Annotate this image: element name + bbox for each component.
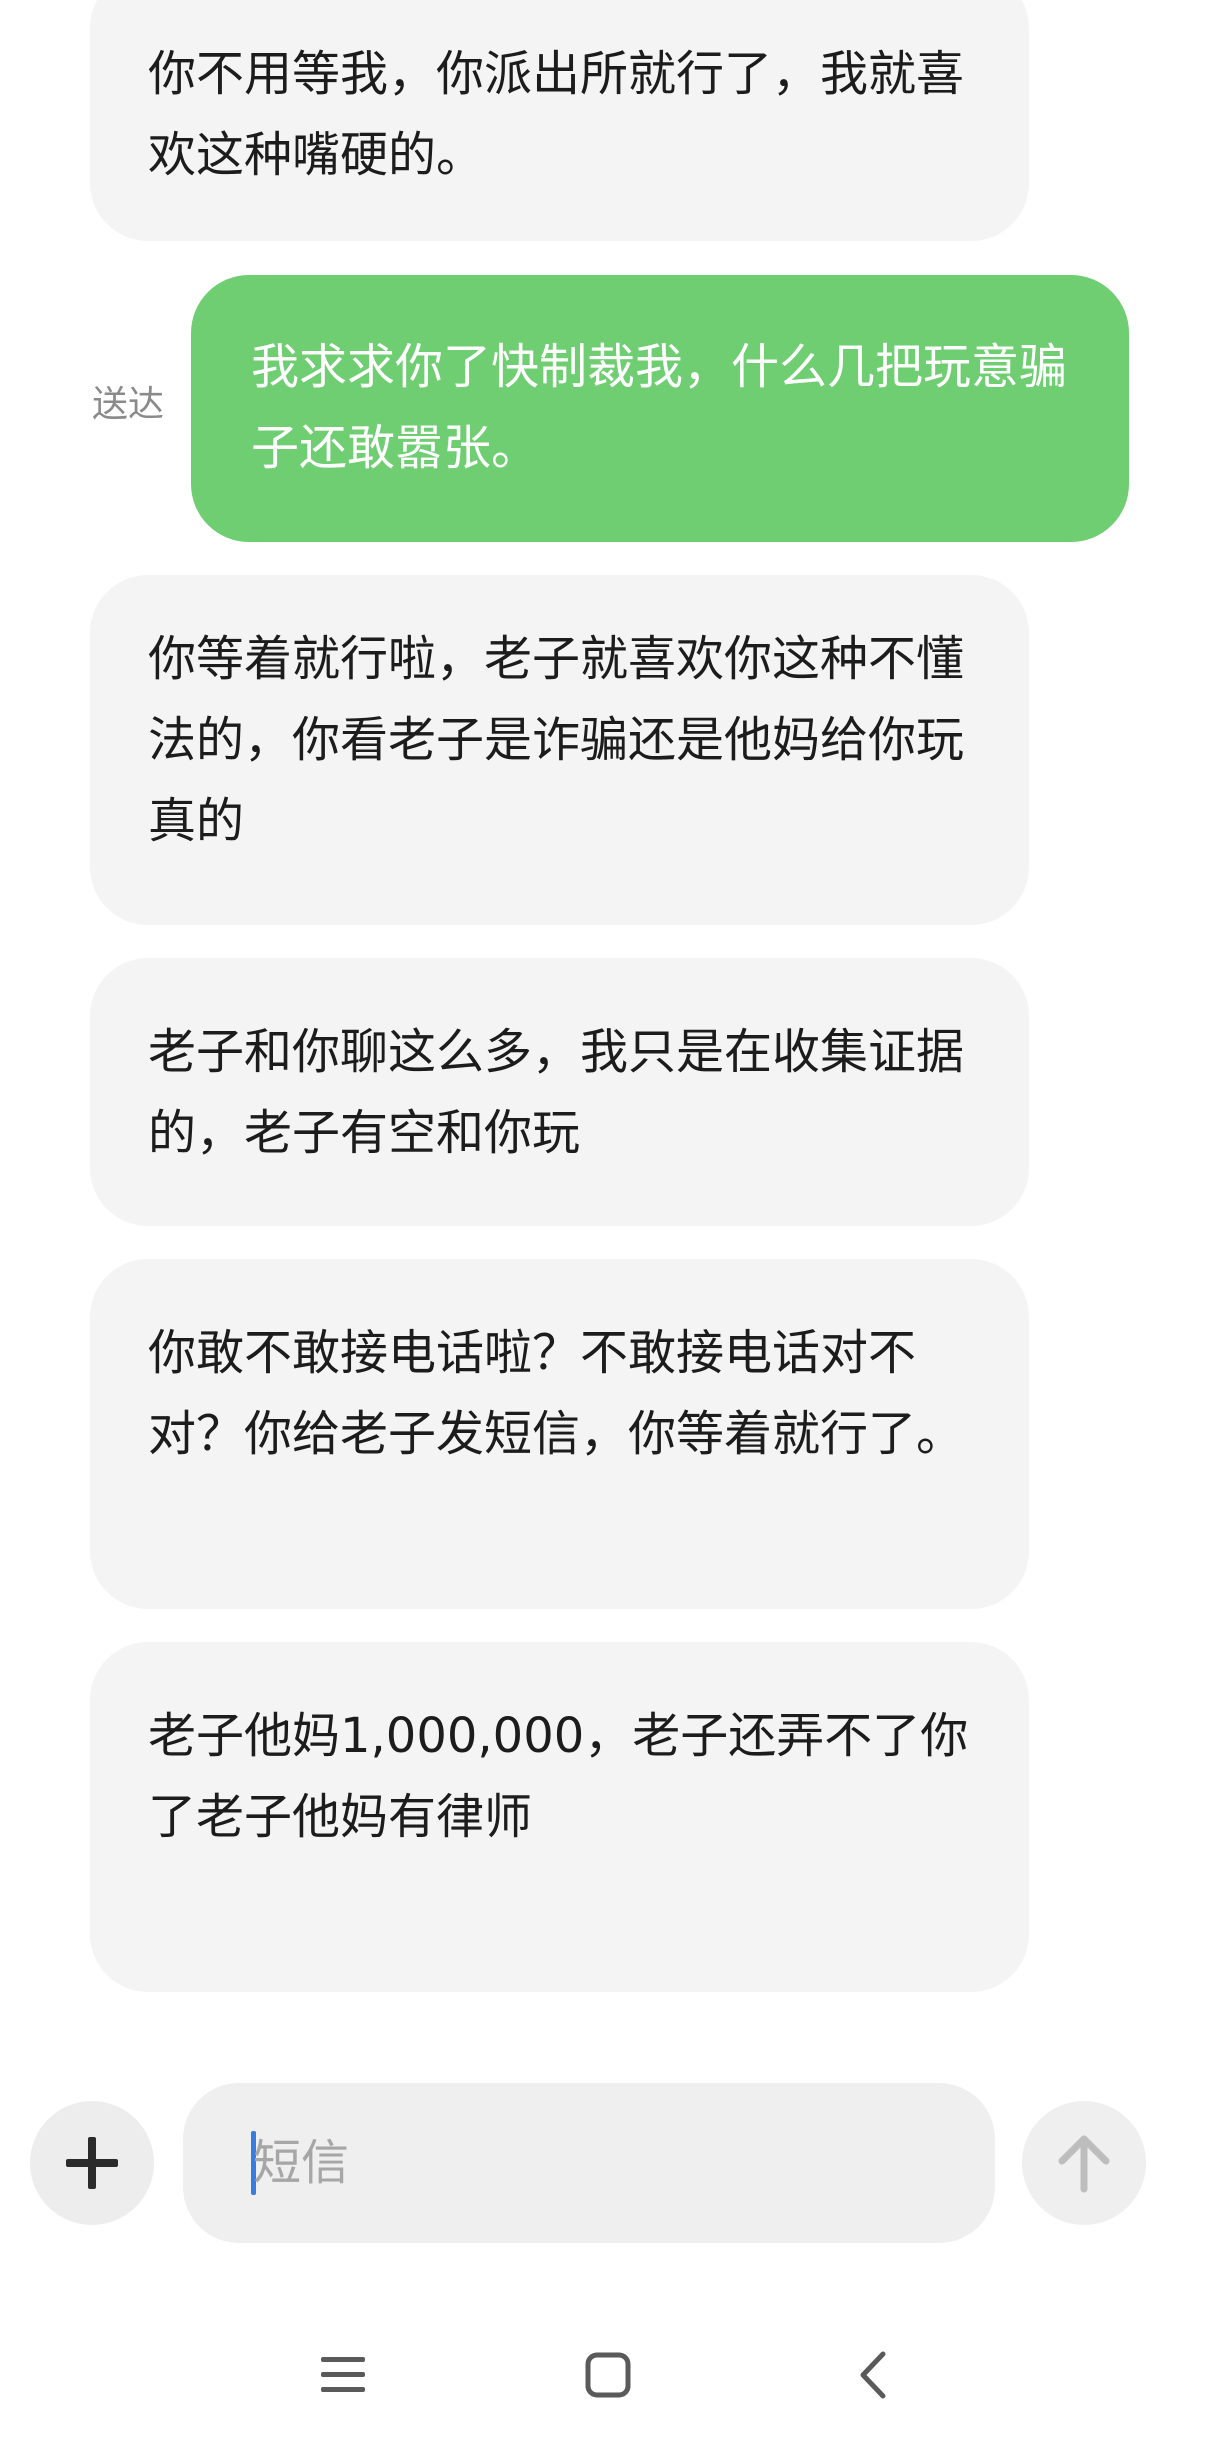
message-input-box[interactable]	[183, 2083, 995, 2243]
menu-icon	[321, 2357, 365, 2392]
delivery-status: 送达	[92, 384, 165, 425]
message-text: 你敢不敢接电话啦？不敢接电话对不对？你给老子发短信，你等着就行了。	[148, 1325, 965, 1462]
send-button[interactable]	[1022, 2101, 1146, 2225]
message-text: 我求求你了快制裁我，什么几把玩意骗子还敢嚣张。	[251, 339, 1068, 476]
home-square-icon	[585, 2352, 631, 2398]
message-bubble-incoming[interactable]: 你不用等我，你派出所就行了，我就喜欢这种嘴硬的。	[90, 0, 1029, 241]
plus-icon	[66, 2137, 118, 2189]
back-chevron-icon	[860, 2351, 886, 2399]
message-input[interactable]	[253, 2083, 953, 2243]
menu-button[interactable]	[288, 2320, 398, 2430]
add-attachment-button[interactable]	[30, 2101, 154, 2225]
message-bubble-incoming[interactable]: 你等着就行啦，老子就喜欢你这种不懂法的，你看老子是诈骗还是他妈给你玩真的	[90, 575, 1029, 925]
system-navigation-bar	[0, 2320, 1220, 2430]
message-text: 老子和你聊这么多，我只是在收集证据的，老子有空和你玩	[148, 1024, 965, 1161]
home-button[interactable]	[553, 2320, 663, 2430]
message-text: 你等着就行啦，老子就喜欢你这种不懂法的，你看老子是诈骗还是他妈给你玩真的	[148, 631, 965, 849]
arrow-up-icon	[1058, 2135, 1110, 2193]
message-text: 你不用等我，你派出所就行了，我就喜欢这种嘴硬的。	[148, 46, 965, 183]
message-thread: 你不用等我，你派出所就行了，我就喜欢这种嘴硬的。 送达 我求求你了快制裁我，什么…	[0, 0, 1220, 2040]
message-composer	[0, 2080, 1220, 2245]
message-bubble-outgoing[interactable]: 我求求你了快制裁我，什么几把玩意骗子还敢嚣张。	[191, 275, 1129, 542]
message-bubble-incoming[interactable]: 老子和你聊这么多，我只是在收集证据的，老子有空和你玩	[90, 958, 1029, 1226]
back-button[interactable]	[818, 2320, 928, 2430]
message-text: 老子他妈1,000,000，老子还弄不了你了老子他妈有律师	[148, 1708, 969, 1845]
message-bubble-incoming[interactable]: 你敢不敢接电话啦？不敢接电话对不对？你给老子发短信，你等着就行了。	[90, 1259, 1029, 1609]
message-bubble-incoming[interactable]: 老子他妈1,000,000，老子还弄不了你了老子他妈有律师	[90, 1642, 1029, 1992]
